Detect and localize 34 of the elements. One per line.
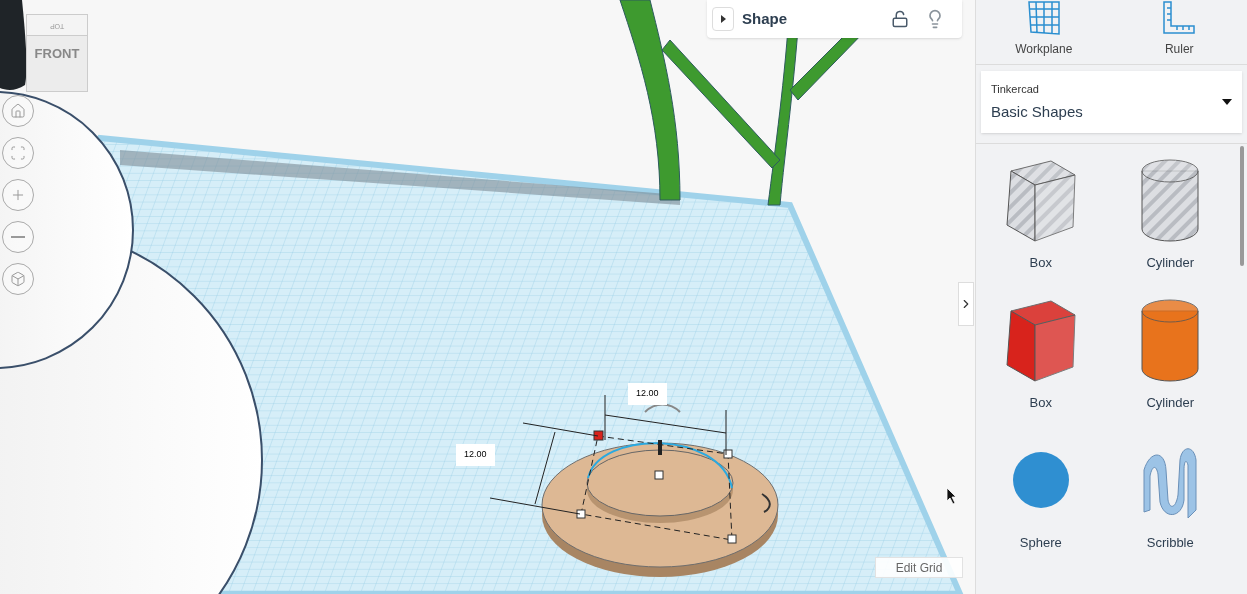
tool-button[interactable]: Ruler [1111,0,1247,64]
library-provider: Tinkercad [991,82,1040,97]
panel-title: Shape [742,8,788,29]
library-dropdown[interactable]: Tinkercad Basic Shapes [981,71,1242,133]
expand-button[interactable] [712,7,734,31]
shape-item[interactable]: Cylinder [1105,144,1235,284]
home-icon [10,103,26,119]
edit-grid-button[interactable]: Edit Grid [875,557,963,578]
dimension-label[interactable]: 12.00 [456,444,495,466]
dropdown-caret-icon [1222,99,1232,105]
shape-item[interactable]: Cylinder [1105,284,1235,424]
unlocked-icon[interactable] [891,10,909,28]
cursor-icon [946,487,958,505]
tool-button[interactable]: Workplane [976,0,1112,64]
cube-icon [10,271,26,287]
shape-item[interactable]: Scribble [1105,424,1235,564]
fit-view-button[interactable] [2,137,34,169]
fit-view-icon [10,145,26,161]
collapse-button[interactable] [958,282,974,326]
dimension-label[interactable]: 12.00 [628,383,667,405]
ruler-icon [1162,0,1197,36]
shape-item[interactable]: Sphere [976,424,1106,564]
zoom-in-button[interactable] [2,179,34,211]
cube-button[interactable] [2,263,34,295]
library-category: Basic Shapes [991,101,1084,122]
grid-icon [1026,0,1061,36]
caret-icon [719,15,727,23]
scrollbar-thumb[interactable] [1240,146,1244,266]
view-cube-front-label: FRONT [34,45,80,63]
home-button[interactable] [2,95,34,127]
zoom-in-icon [10,187,26,203]
shape-item[interactable]: Box [976,144,1106,284]
zoom-out-button[interactable] [2,221,34,253]
shape-item[interactable]: Box [976,284,1106,424]
